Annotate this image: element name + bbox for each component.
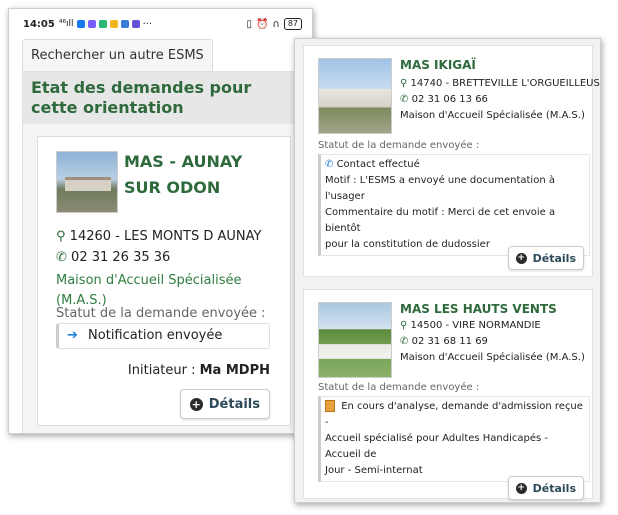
comment-line: Commentaire du motif : Merci de cet envo…: [325, 207, 556, 234]
phone-row: ✆ 02 31 26 35 36: [56, 250, 170, 265]
motif-line: Motif : L'ESMS a envoyé une documentatio…: [325, 175, 555, 202]
address-row: ⚲ 14740 - BRETTEVILLE L'ORGUEILLEUSE: [400, 78, 601, 89]
initiator-label: Initiateur :: [127, 363, 196, 378]
headphones-icon: ∩: [272, 18, 280, 30]
details-label: Détails: [208, 396, 260, 412]
esms-card: MAS LES HAUTS VENTS ⚲ 14500 - VIRE NORMA…: [303, 289, 593, 500]
status-label: Statut de la demande envoyée :: [318, 382, 480, 393]
vibrate-icon: ▯: [246, 18, 253, 30]
status-time: 14:05: [23, 18, 55, 30]
status-value: Contact effectué: [336, 159, 420, 170]
establishment-photo: [318, 58, 392, 134]
status-line: Accueil spécialisé pour Adultes Handicap…: [325, 433, 549, 460]
section-title: Etat des demandes pour cette orientation: [23, 72, 301, 124]
initiator-value: Ma MDPH: [199, 363, 270, 378]
tab-search-other-esms[interactable]: Rechercher un autre ESMS: [22, 39, 213, 71]
address-row: ⚲ 14500 - VIRE NORMANDIE: [400, 320, 541, 331]
address: 14260 - LES MONTS D AUNAY: [69, 229, 262, 244]
status-label: Statut de la demande envoyée :: [318, 140, 480, 151]
initiator: Initiateur : Ma MDPH: [128, 363, 270, 378]
status-box: En cours d'analyse, demande d'admission …: [318, 396, 590, 482]
phone-screenshot: 14:05 ⁴⁶ıll ··· ▯ ⏰ ∩ 87 Rechercher un a…: [8, 8, 313, 434]
alarm-icon: ⏰: [256, 18, 269, 30]
plus-circle-icon: +: [515, 252, 527, 264]
category: Maison d'Accueil Spécialisée (M.A.S.): [400, 110, 585, 121]
establishment-photo: [318, 302, 392, 378]
phone-icon: ✆: [325, 159, 334, 170]
phone-number[interactable]: 02 31 06 13 66: [412, 94, 488, 105]
details-label: Détails: [532, 251, 576, 265]
status-box: ➔ Notification envoyée: [56, 323, 270, 349]
map-marker-icon: ⚲: [400, 320, 408, 331]
plus-circle-icon: +: [189, 397, 203, 411]
details-button[interactable]: + Détails: [507, 476, 584, 500]
stage: 14:05 ⁴⁶ıll ··· ▯ ⏰ ∩ 87 Rechercher un a…: [0, 0, 618, 515]
app-icon: [131, 20, 140, 28]
category: Maison d'Accueil Spécialisée (M.A.S.): [400, 352, 585, 363]
plus-circle-icon: +: [515, 482, 527, 494]
address: 14500 - VIRE NORMANDIE: [410, 320, 541, 331]
battery-icon: 87: [283, 18, 302, 30]
phone-number[interactable]: 02 31 26 35 36: [71, 250, 170, 265]
phone-row: ✆ 02 31 06 13 66: [400, 94, 488, 105]
establishment-photo: [56, 151, 118, 213]
status-box: ✆ Contact effectué Motif : L'ESMS a envo…: [318, 154, 590, 256]
status-right: ▯ ⏰ ∩ 87: [247, 18, 302, 30]
status-label: Statut de la demande envoyée :: [56, 306, 266, 321]
phone-number[interactable]: 02 31 68 11 69: [412, 336, 488, 347]
status-row: ✆ Contact effectué: [325, 157, 585, 173]
document-icon: [325, 400, 335, 412]
app-icon: [98, 20, 107, 28]
right-screenshot: MAS IKIGAÏ ⚲ 14740 - BRETTEVILLE L'ORGUE…: [294, 38, 601, 503]
details-button[interactable]: + Détails: [179, 389, 270, 419]
card-title[interactable]: MAS LES HAUTS VENTS: [400, 302, 557, 316]
address-row: ⚲ 14260 - LES MONTS D AUNAY: [56, 229, 261, 244]
more-icon: ···: [142, 18, 153, 30]
address: 14740 - BRETTEVILLE L'ORGUEILLEUSE: [410, 78, 601, 89]
phone-icon: ✆: [56, 250, 67, 265]
status-value: Notification envoyée: [88, 328, 223, 343]
phone-row: ✆ 02 31 68 11 69: [400, 336, 488, 347]
map-marker-icon: ⚲: [56, 229, 66, 244]
status-bar: 14:05 ⁴⁶ıll ··· ▯ ⏰ ∩ 87: [9, 9, 312, 39]
status-line: En cours d'analyse, demande d'admission …: [325, 401, 583, 428]
details-label: Détails: [532, 481, 576, 495]
card-title[interactable]: MAS - AUNAY SUR ODON: [124, 149, 284, 201]
phone-icon: ✆: [400, 336, 409, 347]
requests-panel: Etat des demandes pour cette orientation…: [22, 71, 302, 433]
notification-icons: ···: [76, 18, 153, 30]
app-icon: [109, 20, 118, 28]
status-row: En cours d'analyse, demande d'admission …: [325, 399, 585, 431]
details-button[interactable]: + Détails: [507, 246, 584, 270]
facebook-icon: [76, 20, 85, 28]
map-marker-icon: ⚲: [400, 78, 408, 89]
phone-icon: ✆: [400, 94, 409, 105]
signal-icon: ⁴⁶ıll: [58, 19, 74, 29]
arrow-right-icon: ➔: [67, 328, 78, 343]
category: Maison d'Accueil Spécialisée (M.A.S.): [56, 273, 242, 308]
messenger-icon: [87, 20, 96, 28]
app-icon: [120, 20, 129, 28]
esms-card: MAS - AUNAY SUR ODON ⚲ 14260 - LES MONTS…: [37, 136, 291, 426]
esms-card: MAS IKIGAÏ ⚲ 14740 - BRETTEVILLE L'ORGUE…: [303, 45, 600, 277]
card-title[interactable]: MAS IKIGAÏ: [400, 58, 476, 72]
